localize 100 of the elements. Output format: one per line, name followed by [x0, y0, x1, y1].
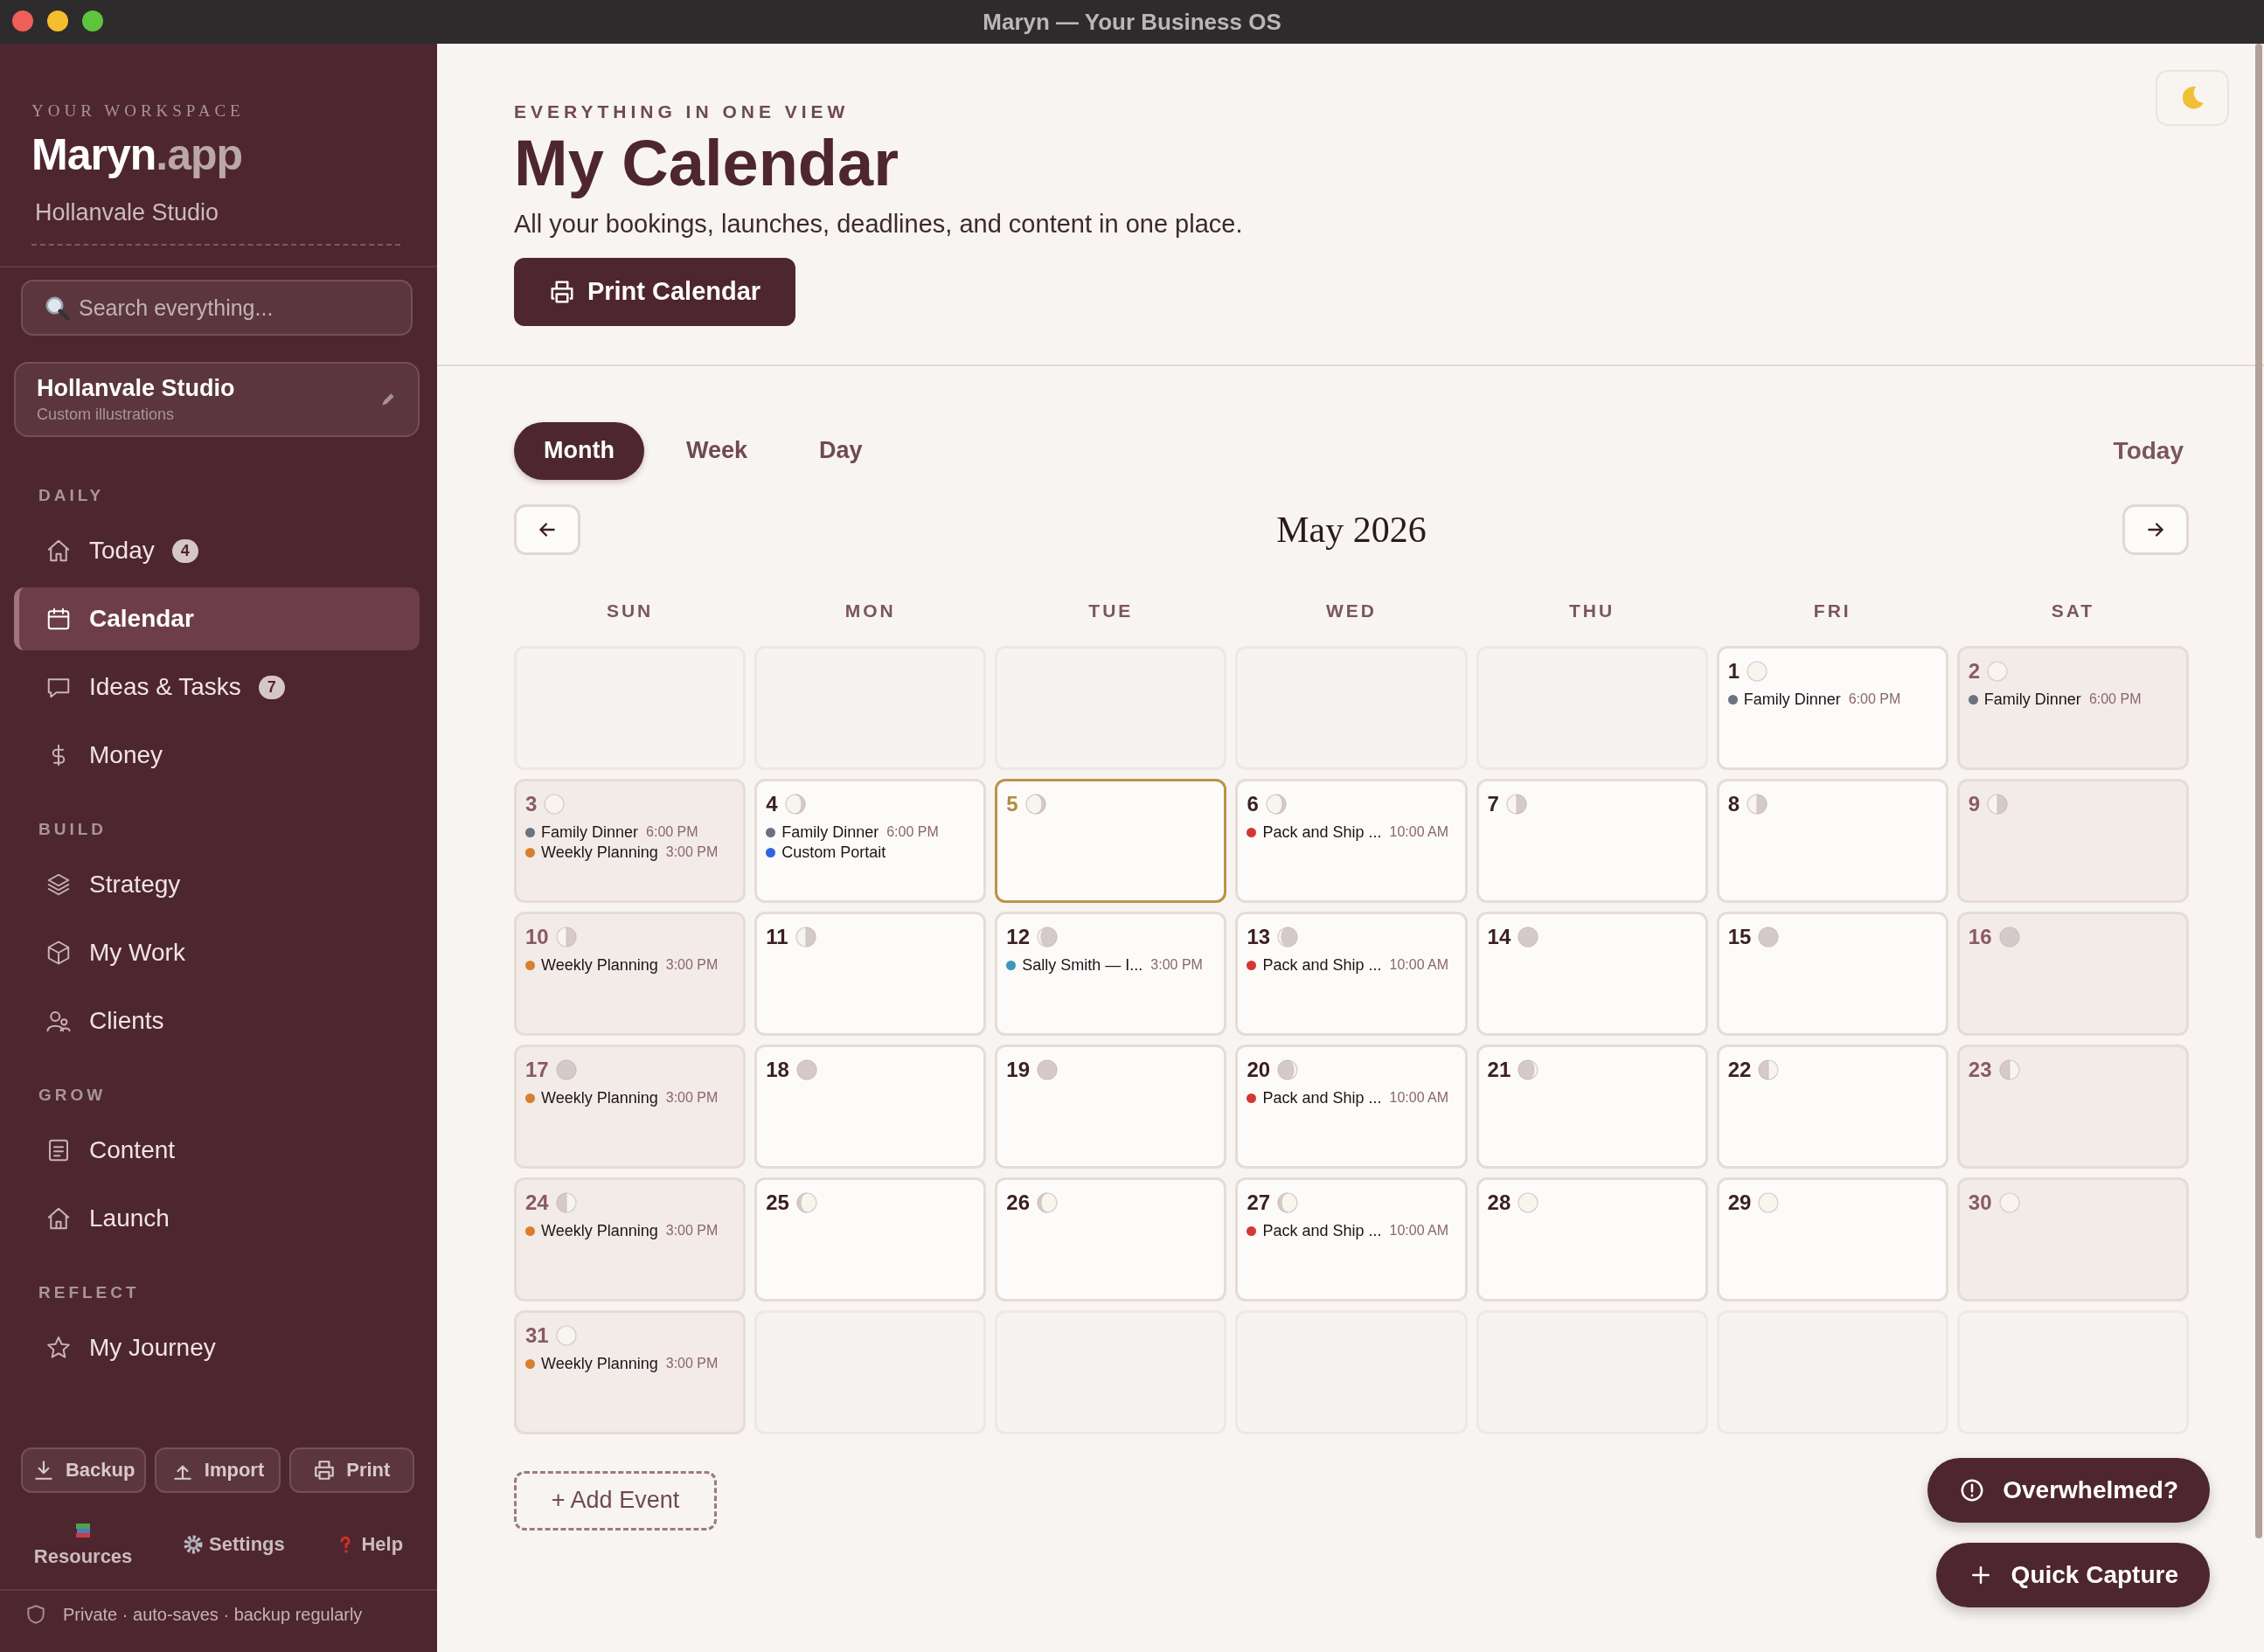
nav-item[interactable]: Strategy	[14, 853, 420, 916]
calendar-event[interactable]: Weekly Planning 3:00 PM	[525, 843, 735, 862]
day-cell[interactable]: 6 Pack and Ship ... 10:00 AM	[1235, 778, 1468, 903]
day-cell[interactable]: 12 Sally Smith — I... 3:00 PM	[995, 911, 1227, 1036]
view-tab[interactable]: Week	[656, 421, 777, 480]
day-cell[interactable]: 21	[1476, 1044, 1708, 1169]
calendar-event[interactable]: Weekly Planning 3:00 PM	[525, 1221, 735, 1240]
weekday-header: SAT	[2050, 600, 2096, 621]
day-cell[interactable]: 30	[1956, 1177, 2189, 1301]
nav-item[interactable]: My Work	[14, 921, 420, 984]
window-title: Maryn — Your Business OS	[983, 8, 1281, 36]
calendar-event[interactable]: Family Dinner 6:00 PM	[525, 823, 735, 842]
theme-toggle-button[interactable]	[2156, 70, 2229, 126]
day-cell[interactable]: 3 Family Dinner 6:00 PM Weekly Planning 3:00 PM	[514, 778, 747, 903]
day-cell[interactable]: 19	[995, 1044, 1227, 1169]
day-cell[interactable]: 20 Pack and Ship ... 10:00 AM	[1235, 1044, 1468, 1169]
calendar-event[interactable]: Family Dinner 6:00 PM	[1727, 690, 1937, 709]
day-cell[interactable]: 15	[1716, 911, 1948, 1036]
calendar-event[interactable]: Pack and Ship ... 10:00 AM	[1247, 1088, 1456, 1107]
sidebar-link[interactable]: Settings	[183, 1533, 285, 1556]
day-cell[interactable]: 18	[754, 1044, 987, 1169]
pencil-icon[interactable]	[379, 391, 397, 408]
day-cell[interactable]: 4 Family Dinner 6:00 PM Custom Portait	[754, 778, 987, 903]
print-button[interactable]: Print Calendar	[514, 257, 795, 326]
calendar-event[interactable]: Family Dinner 6:00 PM	[766, 823, 976, 842]
calendar-event[interactable]: Family Dinner 6:00 PM	[1968, 690, 2177, 709]
day-cell[interactable]: 1 Family Dinner 6:00 PM	[1716, 645, 1948, 770]
calendar-event[interactable]: Pack and Ship ... 10:00 AM	[1247, 823, 1456, 842]
day-number: 7	[1487, 791, 1499, 816]
day-cell[interactable]: 2 Family Dinner 6:00 PM	[1956, 645, 2189, 770]
sidebar-link[interactable]: Resources	[33, 1521, 133, 1568]
gear-icon	[183, 1534, 204, 1555]
day-number: 21	[1487, 1057, 1511, 1082]
day-cell[interactable]: 29	[1716, 1177, 1948, 1301]
sidebar-action-button[interactable]: Print	[288, 1447, 414, 1493]
day-cell[interactable]: 16	[1956, 911, 2189, 1036]
nav-item[interactable]: My Journey	[14, 1316, 420, 1379]
workspace-name: Hollanvale Studio	[31, 180, 400, 246]
day-number: 31	[525, 1322, 549, 1348]
sidebar-action-button[interactable]: Import	[155, 1447, 281, 1493]
business-name: Hollanvale Studio	[37, 375, 236, 402]
nav-item[interactable]: Content	[14, 1119, 420, 1182]
today-button[interactable]: Today	[2108, 435, 2189, 466]
day-number: 11	[766, 924, 788, 949]
minimize-button[interactable]	[47, 10, 68, 31]
count-badge: 4	[171, 538, 198, 563]
day-cell[interactable]: 27 Pack and Ship ... 10:00 AM	[1235, 1177, 1468, 1301]
day-cell[interactable]: 9	[1956, 778, 2189, 903]
sidebar-action-button[interactable]: Backup	[21, 1447, 147, 1493]
nav-item[interactable]: Calendar	[14, 587, 420, 650]
calendar-icon	[45, 606, 72, 632]
day-cell[interactable]: 10 Weekly Planning 3:00 PM	[514, 911, 747, 1036]
day-cell[interactable]: 8	[1716, 778, 1948, 903]
day-cell[interactable]: 23	[1956, 1044, 2189, 1169]
weekday-header: MON	[844, 600, 897, 621]
close-button[interactable]	[12, 10, 33, 31]
day-cell[interactable]: 28	[1476, 1177, 1708, 1301]
overwhelmed-button[interactable]: Overwhelmed?	[1927, 1458, 2210, 1523]
day-cell[interactable]: 17 Weekly Planning 3:00 PM	[514, 1044, 747, 1169]
search-field[interactable]: Search everything...	[21, 280, 413, 336]
page-subtitle: All your bookings, launches, deadlines, and content in one place.	[514, 209, 1244, 239]
scrollbar[interactable]	[2255, 44, 2262, 1538]
quick-capture-button[interactable]: Quick Capture	[1935, 1543, 2210, 1607]
day-cell[interactable]: 13 Pack and Ship ... 10:00 AM	[1235, 911, 1468, 1036]
day-cell[interactable]: 7	[1476, 778, 1708, 903]
nav-item[interactable]: Launch	[14, 1187, 420, 1250]
day-cell[interactable]: 14	[1476, 911, 1708, 1036]
calendar-event[interactable]: Pack and Ship ... 10:00 AM	[1247, 1221, 1456, 1240]
day-number: 14	[1487, 924, 1511, 949]
calendar-event[interactable]: Sally Smith — I... 3:00 PM	[1006, 955, 1216, 975]
weekday-header: WED	[1325, 600, 1378, 621]
day-number: 5	[1006, 791, 1018, 816]
day-number: 9	[1968, 791, 1981, 816]
month-label: May 2026	[1276, 508, 1427, 551]
nav-item[interactable]: Money	[14, 724, 420, 787]
weekday-header: TUE	[1087, 600, 1135, 621]
day-cell[interactable]: 26	[995, 1177, 1227, 1301]
day-cell[interactable]: 25	[754, 1177, 987, 1301]
calendar-event[interactable]: Weekly Planning 3:00 PM	[525, 1354, 735, 1373]
view-tab[interactable]: Month	[514, 421, 644, 480]
day-number: 29	[1727, 1190, 1752, 1215]
business-card[interactable]: Hollanvale Studio Custom illustrations	[14, 362, 420, 437]
calendar-event[interactable]: Weekly Planning 3:00 PM	[525, 1088, 735, 1107]
calendar-event[interactable]: Pack and Ship ... 10:00 AM	[1247, 955, 1456, 975]
day-cell[interactable]: 31 Weekly Planning 3:00 PM	[514, 1309, 747, 1434]
nav-item[interactable]: Clients	[14, 989, 420, 1052]
nav-item[interactable]: Today 4	[14, 519, 420, 582]
day-cell[interactable]: 24 Weekly Planning 3:00 PM	[514, 1177, 747, 1301]
calendar-event[interactable]: Custom Portait	[766, 843, 976, 862]
view-tab[interactable]: Day	[789, 421, 892, 480]
day-number: 4	[766, 791, 778, 816]
add-event-button[interactable]: + Add Event	[514, 1470, 717, 1531]
zoom-button[interactable]	[82, 10, 103, 31]
nav-item[interactable]: Ideas & Tasks 7	[14, 656, 420, 718]
day-number: 3	[525, 791, 538, 816]
day-cell[interactable]: 22	[1716, 1044, 1948, 1169]
sidebar-link[interactable]: Help	[335, 1533, 404, 1556]
calendar-event[interactable]: Weekly Planning 3:00 PM	[525, 955, 735, 975]
shield-icon	[24, 1603, 47, 1626]
day-cell[interactable]: 11	[754, 911, 987, 1036]
